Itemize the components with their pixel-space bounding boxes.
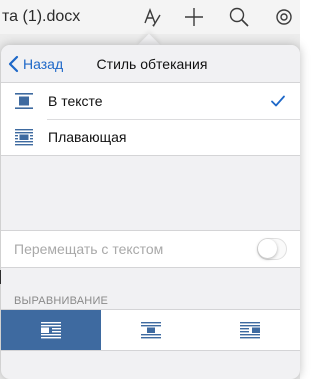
move-with-text-row: Перемещать с текстом <box>1 231 300 267</box>
wrap-style-popover: Назад Стиль обтекания В тексте Плавающая… <box>1 45 300 379</box>
move-with-text-toggle[interactable] <box>257 238 287 260</box>
align-left-icon <box>40 322 61 339</box>
wrap-option-floating[interactable]: Плавающая <box>1 119 300 155</box>
wrap-option-inline[interactable]: В тексте <box>1 83 300 119</box>
toggle-knob <box>258 239 277 258</box>
search-icon[interactable] <box>228 6 250 28</box>
floating-wrap-icon <box>14 128 34 146</box>
alignment-segmented-control <box>1 309 300 351</box>
document-title: та (1).docx <box>2 8 81 25</box>
popover-title: Стиль обтекания <box>96 56 208 72</box>
wrap-option-label: Плавающая <box>48 129 127 145</box>
plus-icon[interactable] <box>183 6 205 28</box>
gear-icon[interactable] <box>273 6 295 28</box>
move-with-text-group: Перемещать с текстом <box>1 230 300 268</box>
popover-nav-bar: Назад Стиль обтекания <box>1 45 300 83</box>
wrap-option-label: В тексте <box>48 93 103 109</box>
align-right-button[interactable] <box>200 310 300 350</box>
move-with-text-label: Перемещать с текстом <box>14 241 164 257</box>
app-toolbar: та (1).docx <box>0 0 300 34</box>
checkmark-icon <box>270 94 286 108</box>
align-center-icon <box>140 322 161 339</box>
inline-wrap-icon <box>14 92 34 110</box>
align-left-button[interactable] <box>1 310 101 350</box>
alignment-header: ВЫРАВНИВАНИЕ <box>14 295 109 307</box>
align-center-button[interactable] <box>101 310 201 350</box>
align-right-icon <box>240 322 261 339</box>
wrap-style-list: В тексте Плавающая <box>1 83 300 156</box>
format-text-icon[interactable] <box>141 6 163 28</box>
